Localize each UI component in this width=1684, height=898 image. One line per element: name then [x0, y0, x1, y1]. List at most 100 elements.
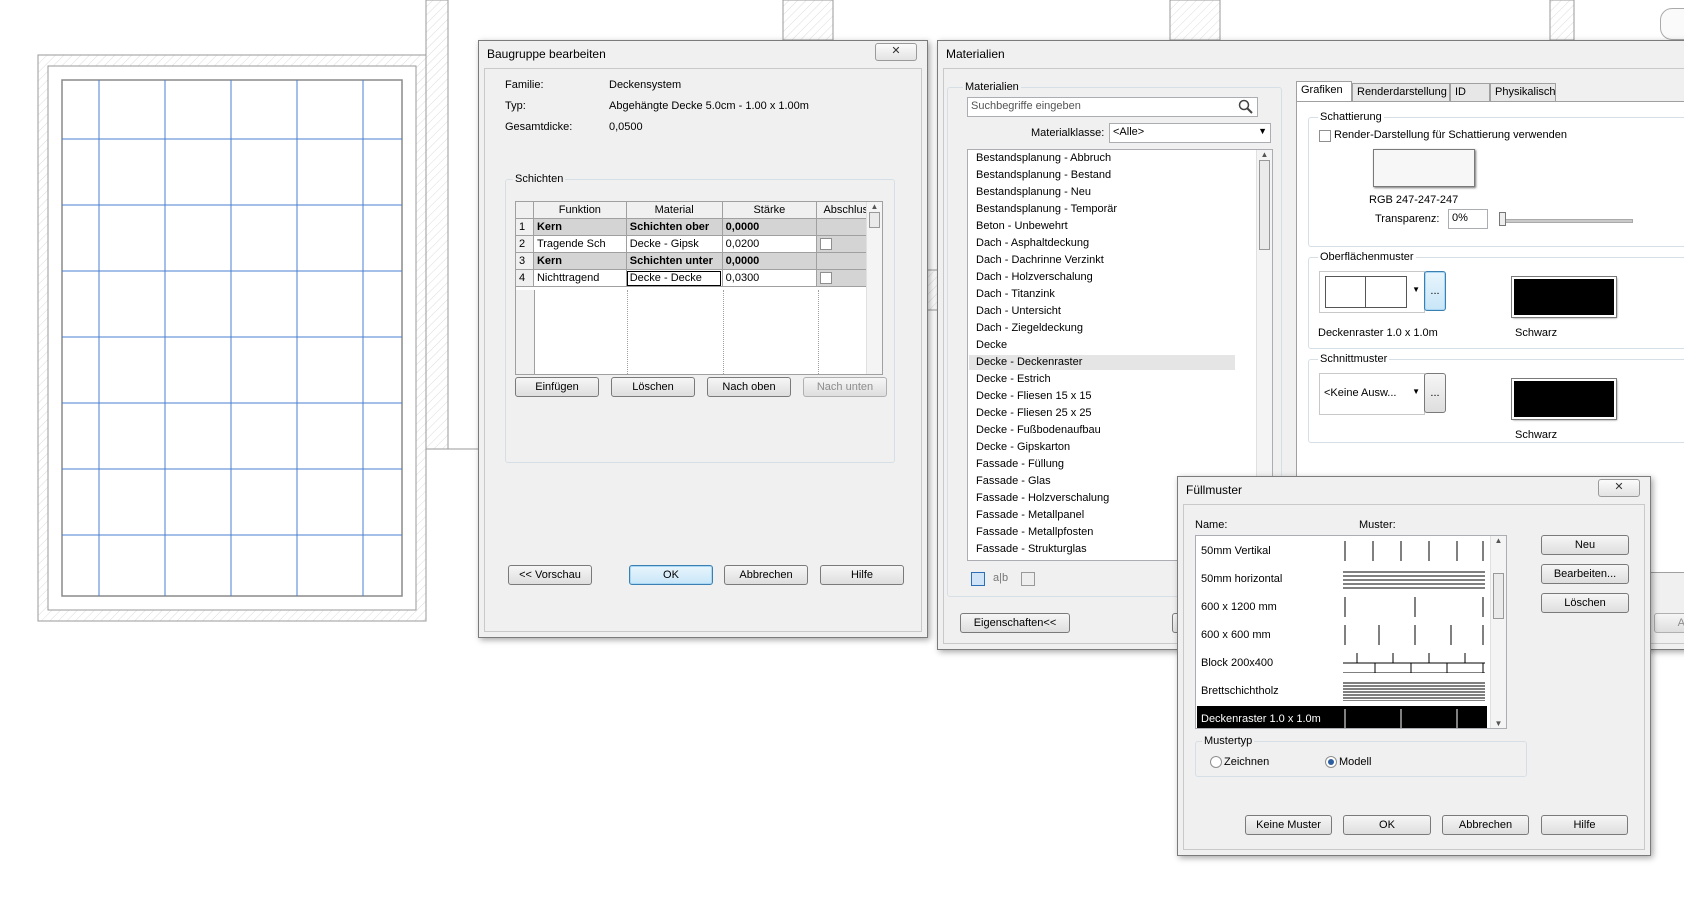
list-item[interactable]: Bestandsplanung - Temporär [976, 203, 1117, 215]
cut-pattern-select[interactable]: <Keine Ausw... ▼ [1319, 373, 1425, 415]
tab-identity[interactable]: ID [1450, 83, 1490, 101]
patterns-scrollbar[interactable]: ▲ ▼ [1490, 536, 1506, 728]
row-material[interactable]: Schichten ober [625, 218, 723, 236]
shading-color-swatch[interactable] [1373, 149, 1475, 187]
close-button[interactable]: ✕ [1598, 479, 1640, 497]
cancel-button[interactable]: Abbrechen [1442, 815, 1529, 835]
list-item[interactable]: Fassade - Holzverschalung [976, 492, 1109, 504]
row-thickness[interactable]: 0,0200 [721, 235, 818, 253]
col-header-material[interactable]: Material [625, 202, 723, 219]
list-item[interactable]: Fassade - Strukturglas [976, 543, 1087, 555]
list-item[interactable]: Fassade - Metallpanel [976, 509, 1084, 521]
transparency-input[interactable]: 0% [1448, 209, 1488, 229]
row-thickness[interactable]: 0,0300 [721, 269, 818, 287]
wraps-checkbox[interactable] [820, 272, 833, 285]
tab-graphics[interactable]: Grafiken [1296, 81, 1352, 101]
scroll-up-icon[interactable]: ▲ [867, 202, 882, 211]
list-item[interactable]: Dach - Ziegeldeckung [976, 322, 1083, 334]
drafting-radio[interactable] [1210, 756, 1222, 768]
help-button[interactable]: Hilfe [1541, 815, 1628, 835]
list-item[interactable]: Brettschichtholz [1197, 678, 1487, 704]
cancel-button[interactable]: Abbrechen [724, 565, 808, 585]
insert-button[interactable]: Einfügen [515, 377, 599, 397]
new-pattern-button[interactable]: Neu [1541, 535, 1629, 555]
no-pattern-button[interactable]: Keine Muster [1245, 815, 1332, 835]
list-item[interactable]: Bestandsplanung - Neu [976, 186, 1091, 198]
list-item[interactable]: 600 x 600 mm [1197, 622, 1487, 648]
new-material-icon[interactable] [971, 572, 985, 586]
table-row[interactable]: 1 Kern Schichten ober 0,0000 [516, 218, 881, 236]
tab-appearance[interactable]: Renderdarstellung [1352, 83, 1450, 101]
properties-button[interactable]: Eigenschaften<< [960, 613, 1070, 633]
transparency-slider-track[interactable] [1499, 219, 1633, 223]
scroll-thumb[interactable] [1493, 573, 1504, 619]
row-function[interactable]: Tragende Sch [532, 235, 627, 253]
row-material[interactable]: Decke - Decke [625, 269, 723, 287]
cut-color-swatch[interactable] [1511, 378, 1617, 420]
col-header-thickness[interactable]: Stärke [721, 202, 818, 219]
ok-button[interactable]: OK [629, 565, 713, 585]
list-item[interactable]: Bestandsplanung - Abbruch [976, 152, 1111, 164]
delete-button[interactable]: Löschen [611, 377, 695, 397]
use-render-appearance-checkbox[interactable] [1319, 130, 1331, 142]
surface-pattern-browse-button[interactable]: ... [1424, 271, 1446, 311]
list-item[interactable]: Decke - Gipskarton [976, 441, 1070, 453]
row-thickness[interactable]: 0,0000 [721, 218, 818, 236]
list-item[interactable]: 600 x 1200 mm [1197, 594, 1487, 620]
list-item[interactable]: Dach - Asphaltdeckung [976, 237, 1089, 249]
scroll-down-icon[interactable]: ▼ [1491, 719, 1506, 728]
table-row[interactable]: 4 Nichttragend Decke - Decke 0,0300 [516, 269, 881, 287]
duplicate-icon[interactable] [1021, 572, 1035, 586]
list-item[interactable]: Fassade - Füllung [976, 458, 1064, 470]
surface-color-swatch[interactable] [1511, 276, 1617, 318]
material-class-select[interactable]: <Alle> ▼ [1109, 123, 1271, 143]
rename-icon[interactable]: a|b [993, 572, 1008, 584]
list-item[interactable]: Fassade - Metallpfosten [976, 526, 1093, 538]
list-item[interactable]: Block 200x400 [1197, 650, 1487, 676]
list-item[interactable]: Dach - Holzverschalung [976, 271, 1093, 283]
search-input[interactable]: Suchbegriffe eingeben [967, 97, 1258, 117]
viewcube-icon[interactable] [1660, 8, 1684, 40]
scroll-thumb[interactable] [869, 212, 880, 228]
patterns-list[interactable]: 50mm Vertikal 50mm horizontal 600 x 1200 m… [1195, 535, 1507, 729]
row-function[interactable]: Nichttragend [532, 269, 627, 287]
list-item[interactable]: Decke - Deckenraster [976, 356, 1082, 368]
row-function[interactable]: Kern [532, 218, 627, 236]
col-header-function[interactable]: Funktion [532, 202, 627, 219]
list-item[interactable]: Dach - Untersicht [976, 305, 1061, 317]
scroll-up-icon[interactable]: ▲ [1257, 150, 1272, 159]
model-radio[interactable] [1325, 756, 1337, 768]
wraps-checkbox[interactable] [820, 238, 833, 251]
preview-button[interactable]: << Vorschau [508, 565, 592, 585]
close-button[interactable]: ✕ [875, 43, 917, 61]
list-item[interactable]: Decke - Fußbodenaufbau [976, 424, 1101, 436]
surface-pattern-select[interactable]: ▼ [1319, 271, 1425, 313]
list-item[interactable]: Beton - Unbewehrt [976, 220, 1068, 232]
row-material[interactable]: Decke - Gipsk [625, 235, 723, 253]
list-item[interactable]: Dach - Dachrinne Verzinkt [976, 254, 1104, 266]
row-material[interactable]: Schichten unter [625, 252, 723, 270]
list-item[interactable]: Decke [976, 339, 1007, 351]
list-item[interactable]: Deckenraster 1.0 x 1.0m [1197, 706, 1487, 728]
move-up-button[interactable]: Nach oben [707, 377, 791, 397]
list-item[interactable]: Fassade - Glas [976, 475, 1051, 487]
help-button[interactable]: Hilfe [820, 565, 904, 585]
row-function[interactable]: Kern [532, 252, 627, 270]
list-item[interactable]: Decke - Fliesen 25 x 25 [976, 407, 1092, 419]
scroll-thumb[interactable] [1259, 160, 1270, 250]
search-icon[interactable] [1238, 99, 1254, 115]
list-item[interactable]: 50mm horizontal [1197, 566, 1487, 592]
tab-physical[interactable]: Physikalisch [1490, 83, 1556, 101]
table-row[interactable]: 3 Kern Schichten unter 0,0000 [516, 252, 881, 270]
edit-pattern-button[interactable]: Bearbeiten... [1541, 564, 1629, 584]
table-scrollbar[interactable]: ▲ [866, 202, 882, 374]
scroll-up-icon[interactable]: ▲ [1491, 536, 1506, 545]
list-item[interactable]: Bestandsplanung - Bestand [976, 169, 1111, 181]
apply-button[interactable]: Anw [1654, 613, 1684, 633]
list-item[interactable]: 50mm Vertikal [1197, 538, 1487, 564]
ok-button[interactable]: OK [1343, 815, 1431, 835]
cut-pattern-browse-button[interactable]: ... [1424, 373, 1446, 413]
list-item[interactable]: Decke - Fliesen 15 x 15 [976, 390, 1092, 402]
list-item[interactable]: Dach - Titanzink [976, 288, 1055, 300]
move-down-button[interactable]: Nach unten [803, 377, 887, 397]
